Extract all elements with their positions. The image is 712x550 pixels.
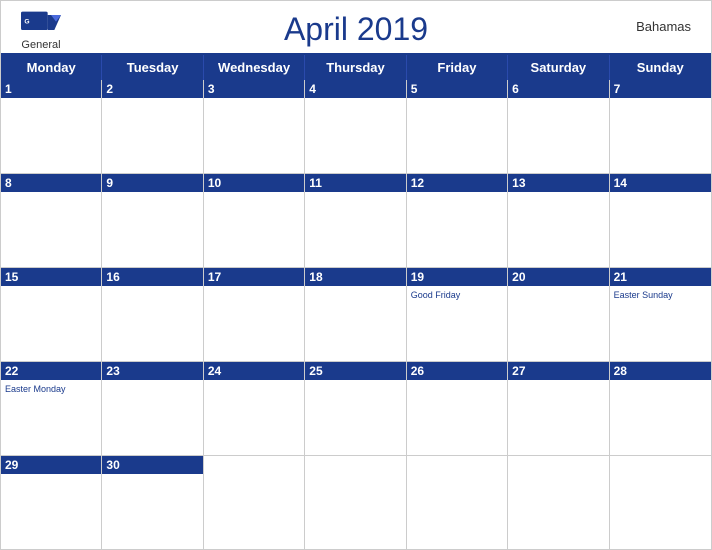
header-sunday: Sunday	[610, 55, 711, 80]
day-number-24: 24	[204, 362, 304, 380]
header-saturday: Saturday	[508, 55, 609, 80]
day-number-5: 5	[407, 80, 507, 98]
day-cell-18: 18	[305, 268, 406, 361]
week-row-2: 8 9 10 11 12 13 14	[1, 174, 711, 268]
day-number-7: 7	[610, 80, 711, 98]
day-cell-7: 7	[610, 80, 711, 173]
day-cell-21: 21 Easter Sunday	[610, 268, 711, 361]
day-cell-24: 24	[204, 362, 305, 455]
day-number-13: 13	[508, 174, 608, 192]
day-number-2: 2	[102, 80, 202, 98]
day-cell-2: 2	[102, 80, 203, 173]
day-cell-empty-2	[305, 456, 406, 549]
day-cell-empty-3	[407, 456, 508, 549]
day-number-12: 12	[407, 174, 507, 192]
holiday-easter-sunday: Easter Sunday	[614, 290, 707, 300]
day-number-11: 11	[305, 174, 405, 192]
country-label: Bahamas	[636, 19, 691, 34]
day-cell-9: 9	[102, 174, 203, 267]
day-cell-30: 30	[102, 456, 203, 549]
day-number-4: 4	[305, 80, 405, 98]
calendar-weeks: 1 2 3 4 5 6 7 8 9 10 11 12 13 14 15 16	[1, 80, 711, 549]
generalblue-logo-icon: G	[21, 11, 61, 39]
day-cell-23: 23	[102, 362, 203, 455]
day-number-8: 8	[1, 174, 101, 192]
day-cell-empty-5	[610, 456, 711, 549]
day-headers-row: Monday Tuesday Wednesday Thursday Friday…	[1, 55, 711, 80]
day-number-14: 14	[610, 174, 711, 192]
week-row-1: 1 2 3 4 5 6 7	[1, 80, 711, 174]
holiday-easter-monday: Easter Monday	[5, 384, 97, 394]
day-number-28: 28	[610, 362, 711, 380]
day-cell-28: 28	[610, 362, 711, 455]
calendar-container: G General Blue April 2019 Bahamas Monday…	[0, 0, 712, 550]
day-cell-10: 10	[204, 174, 305, 267]
week-row-4: 22 Easter Monday 23 24 25 26 27 28	[1, 362, 711, 456]
day-cell-16: 16	[102, 268, 203, 361]
day-cell-29: 29	[1, 456, 102, 549]
day-cell-22: 22 Easter Monday	[1, 362, 102, 455]
day-cell-3: 3	[204, 80, 305, 173]
day-cell-15: 15	[1, 268, 102, 361]
logo: G General Blue	[21, 11, 61, 66]
day-cell-1: 1	[1, 80, 102, 173]
day-cell-13: 13	[508, 174, 609, 267]
day-cell-empty-4	[508, 456, 609, 549]
day-number-20: 20	[508, 268, 608, 286]
week-row-3: 15 16 17 18 19 Good Friday 20 21 Easter …	[1, 268, 711, 362]
day-number-22: 22	[1, 362, 101, 380]
day-number-26: 26	[407, 362, 507, 380]
day-number-3: 3	[204, 80, 304, 98]
header-friday: Friday	[407, 55, 508, 80]
header-wednesday: Wednesday	[204, 55, 305, 80]
day-cell-5: 5	[407, 80, 508, 173]
day-cell-20: 20	[508, 268, 609, 361]
day-cell-19: 19 Good Friday	[407, 268, 508, 361]
day-cell-17: 17	[204, 268, 305, 361]
day-number-25: 25	[305, 362, 405, 380]
day-number-29: 29	[1, 456, 101, 474]
day-cell-26: 26	[407, 362, 508, 455]
day-number-1: 1	[1, 80, 101, 98]
logo-blue-text: Blue	[27, 51, 55, 66]
day-number-15: 15	[1, 268, 101, 286]
logo-general-text: General	[21, 39, 60, 51]
day-cell-27: 27	[508, 362, 609, 455]
day-cell-25: 25	[305, 362, 406, 455]
day-number-27: 27	[508, 362, 608, 380]
day-cell-8: 8	[1, 174, 102, 267]
calendar-grid: Monday Tuesday Wednesday Thursday Friday…	[1, 53, 711, 549]
day-number-6: 6	[508, 80, 608, 98]
day-cell-11: 11	[305, 174, 406, 267]
svg-text:G: G	[24, 18, 29, 25]
day-number-18: 18	[305, 268, 405, 286]
day-number-30: 30	[102, 456, 202, 474]
day-cell-12: 12	[407, 174, 508, 267]
holiday-good-friday: Good Friday	[411, 290, 503, 300]
day-number-23: 23	[102, 362, 202, 380]
calendar-header: G General Blue April 2019 Bahamas	[1, 1, 711, 53]
day-number-10: 10	[204, 174, 304, 192]
header-thursday: Thursday	[305, 55, 406, 80]
month-title: April 2019	[284, 11, 428, 48]
day-cell-empty-1	[204, 456, 305, 549]
day-number-21: 21	[610, 268, 711, 286]
week-row-5: 29 30	[1, 456, 711, 549]
day-cell-4: 4	[305, 80, 406, 173]
day-number-9: 9	[102, 174, 202, 192]
day-number-17: 17	[204, 268, 304, 286]
day-cell-6: 6	[508, 80, 609, 173]
header-tuesday: Tuesday	[102, 55, 203, 80]
day-cell-14: 14	[610, 174, 711, 267]
day-number-19: 19	[407, 268, 507, 286]
day-number-16: 16	[102, 268, 202, 286]
